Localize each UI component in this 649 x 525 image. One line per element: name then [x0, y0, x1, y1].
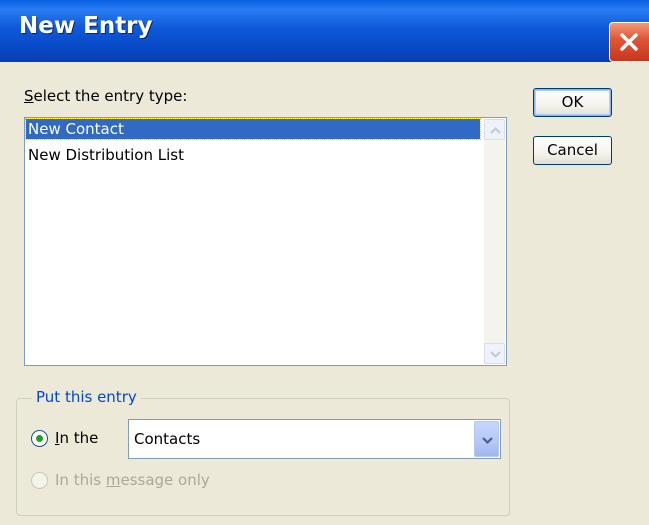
folder-combobox[interactable]: Contacts [128, 419, 501, 459]
cancel-button[interactable]: Cancel [533, 136, 612, 165]
in-the-label-rest: n the [59, 429, 99, 447]
scroll-up-button[interactable] [484, 119, 505, 140]
entry-type-label-rest: elect the entry type: [33, 87, 188, 105]
message-only-label[interactable]: In this message only [55, 471, 210, 489]
message-only-radio[interactable] [31, 472, 48, 489]
ok-button[interactable]: OK [533, 88, 612, 117]
entry-type-listbox[interactable]: New Contact New Distribution List [24, 117, 507, 366]
window-title: New Entry [19, 13, 153, 39]
entry-type-label: Select the entry type: [24, 87, 187, 105]
list-item-new-contact[interactable]: New Contact [25, 118, 481, 140]
close-icon [620, 33, 638, 51]
close-button[interactable] [609, 22, 649, 62]
in-the-radio[interactable] [31, 430, 48, 447]
scroll-down-button[interactable] [484, 343, 505, 364]
message-only-label-rest: essage only [120, 471, 210, 489]
listbox-scrollbar[interactable] [484, 119, 505, 364]
message-only-label-start: In this [55, 471, 106, 489]
put-entry-group-title: Put this entry [32, 388, 141, 406]
title-bar: New Entry [0, 0, 649, 62]
folder-value: Contacts [134, 430, 201, 448]
list-item-new-distribution-list[interactable]: New Distribution List [26, 145, 184, 165]
radio-selected-dot [36, 435, 43, 442]
chevron-down-icon [490, 351, 501, 358]
folder-dropdown-button[interactable] [474, 421, 499, 457]
chevron-down-icon [482, 437, 493, 445]
chevron-up-icon [490, 127, 501, 134]
entry-type-label-accesskey: S [24, 87, 34, 105]
message-only-label-accesskey: m [105, 471, 121, 489]
in-the-label[interactable]: In the [55, 429, 98, 447]
